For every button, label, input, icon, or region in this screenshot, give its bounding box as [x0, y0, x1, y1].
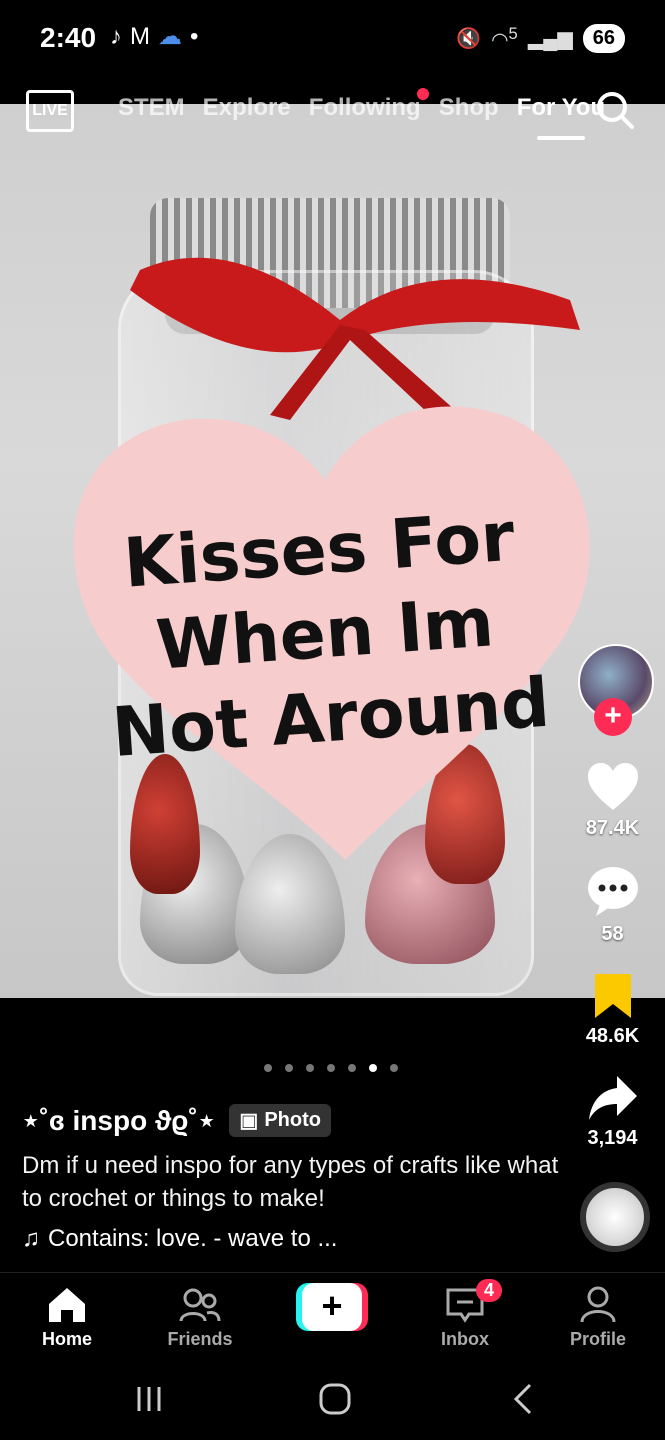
notification-dot [416, 88, 429, 100]
page-dot-active[interactable] [369, 1064, 377, 1072]
page-dot[interactable] [390, 1064, 398, 1072]
page-dot[interactable] [348, 1064, 356, 1072]
cloud-icon: ☁ [158, 23, 182, 50]
ribbon-bow [130, 257, 580, 420]
battery-indicator: 66 [582, 24, 625, 53]
music-disc[interactable] [580, 1182, 650, 1252]
comment-count: 58 [601, 923, 624, 945]
music-info[interactable]: ♫ Contains: love. - wave to ... [22, 1225, 562, 1253]
share-button[interactable]: 3,194 [560, 1074, 665, 1150]
photo-pagination [264, 1064, 398, 1072]
bookmark-icon [594, 974, 631, 1018]
recents-icon[interactable] [134, 1384, 164, 1414]
friends-icon [179, 1288, 221, 1322]
live-button[interactable]: LIVE [26, 90, 74, 132]
author-name[interactable]: ⋆˚ɞ inspo ϑϱ˚⋆ [22, 1104, 215, 1137]
page-dot[interactable] [306, 1064, 314, 1072]
tab-following[interactable]: Following [309, 88, 429, 122]
page-dot[interactable] [285, 1064, 293, 1072]
share-count: 3,194 [587, 1127, 638, 1149]
tab-shop[interactable]: Shop [439, 94, 499, 122]
bottom-nav: Home Friends + 4 Inbox Profile [0, 1272, 665, 1363]
dot-icon: • [190, 22, 199, 50]
tab-explore[interactable]: Explore [203, 94, 291, 122]
back-icon[interactable] [508, 1382, 538, 1416]
photo-icon: ▣ [239, 1110, 259, 1132]
follow-button[interactable]: + [594, 698, 632, 736]
save-button[interactable]: 48.6K [560, 972, 665, 1048]
status-time: 2:40 [40, 22, 97, 53]
comment-button[interactable]: 58 [560, 866, 665, 946]
heart-icon [587, 763, 638, 810]
system-nav-bar [0, 1362, 665, 1440]
signal-icon: ▂▄▆ [527, 28, 573, 50]
like-button[interactable]: 87.4K [560, 762, 665, 840]
home-system-icon[interactable] [318, 1382, 352, 1416]
tab-stem[interactable]: STEM [118, 94, 185, 122]
save-count: 48.6K [585, 1025, 640, 1047]
post-photo[interactable]: Kisses For When Im Not Around [0, 104, 665, 998]
page-dot[interactable] [327, 1064, 335, 1072]
wifi-icon: ◠5 [491, 24, 518, 52]
post-caption: ⋆˚ɞ inspo ϑϱ˚⋆ ▣ Photo Dm if u need insp… [22, 1104, 562, 1253]
nav-profile[interactable]: Profile [543, 1285, 653, 1350]
create-button[interactable]: + [296, 1283, 368, 1331]
comment-icon [587, 867, 638, 916]
status-bar: 2:40 ♪ M ☁ • 🔇 ◠5 ▂▄▆ 66 [0, 0, 665, 80]
mute-icon: 🔇 [456, 28, 482, 50]
profile-icon [580, 1286, 616, 1323]
nav-inbox[interactable]: 4 Inbox [410, 1279, 520, 1350]
photo-badge: ▣ Photo [229, 1104, 331, 1137]
music-note-icon: ♫ [22, 1225, 40, 1252]
heart-handwriting: Kisses For When Im Not Around [109, 497, 553, 773]
home-icon [49, 1288, 85, 1322]
nav-home[interactable]: Home [12, 1285, 122, 1350]
post-description[interactable]: Dm if u need inspo for any types of craf… [22, 1149, 562, 1215]
search-icon[interactable] [595, 90, 635, 130]
share-arrow-icon [588, 1076, 637, 1120]
like-count: 87.4K [585, 817, 640, 839]
page-dot[interactable] [264, 1064, 272, 1072]
plus-icon: + [302, 1283, 362, 1331]
mail-icon: M [130, 22, 150, 50]
nav-friends[interactable]: Friends [145, 1285, 255, 1350]
top-nav: LIVE STEM Explore Following Shop For You [0, 80, 665, 150]
tab-for-you[interactable]: For You [517, 94, 605, 140]
feed-tabs: STEM Explore Following Shop For You [118, 88, 605, 140]
inbox-badge: 4 [475, 1279, 502, 1302]
tiktok-icon: ♪ [110, 22, 122, 50]
